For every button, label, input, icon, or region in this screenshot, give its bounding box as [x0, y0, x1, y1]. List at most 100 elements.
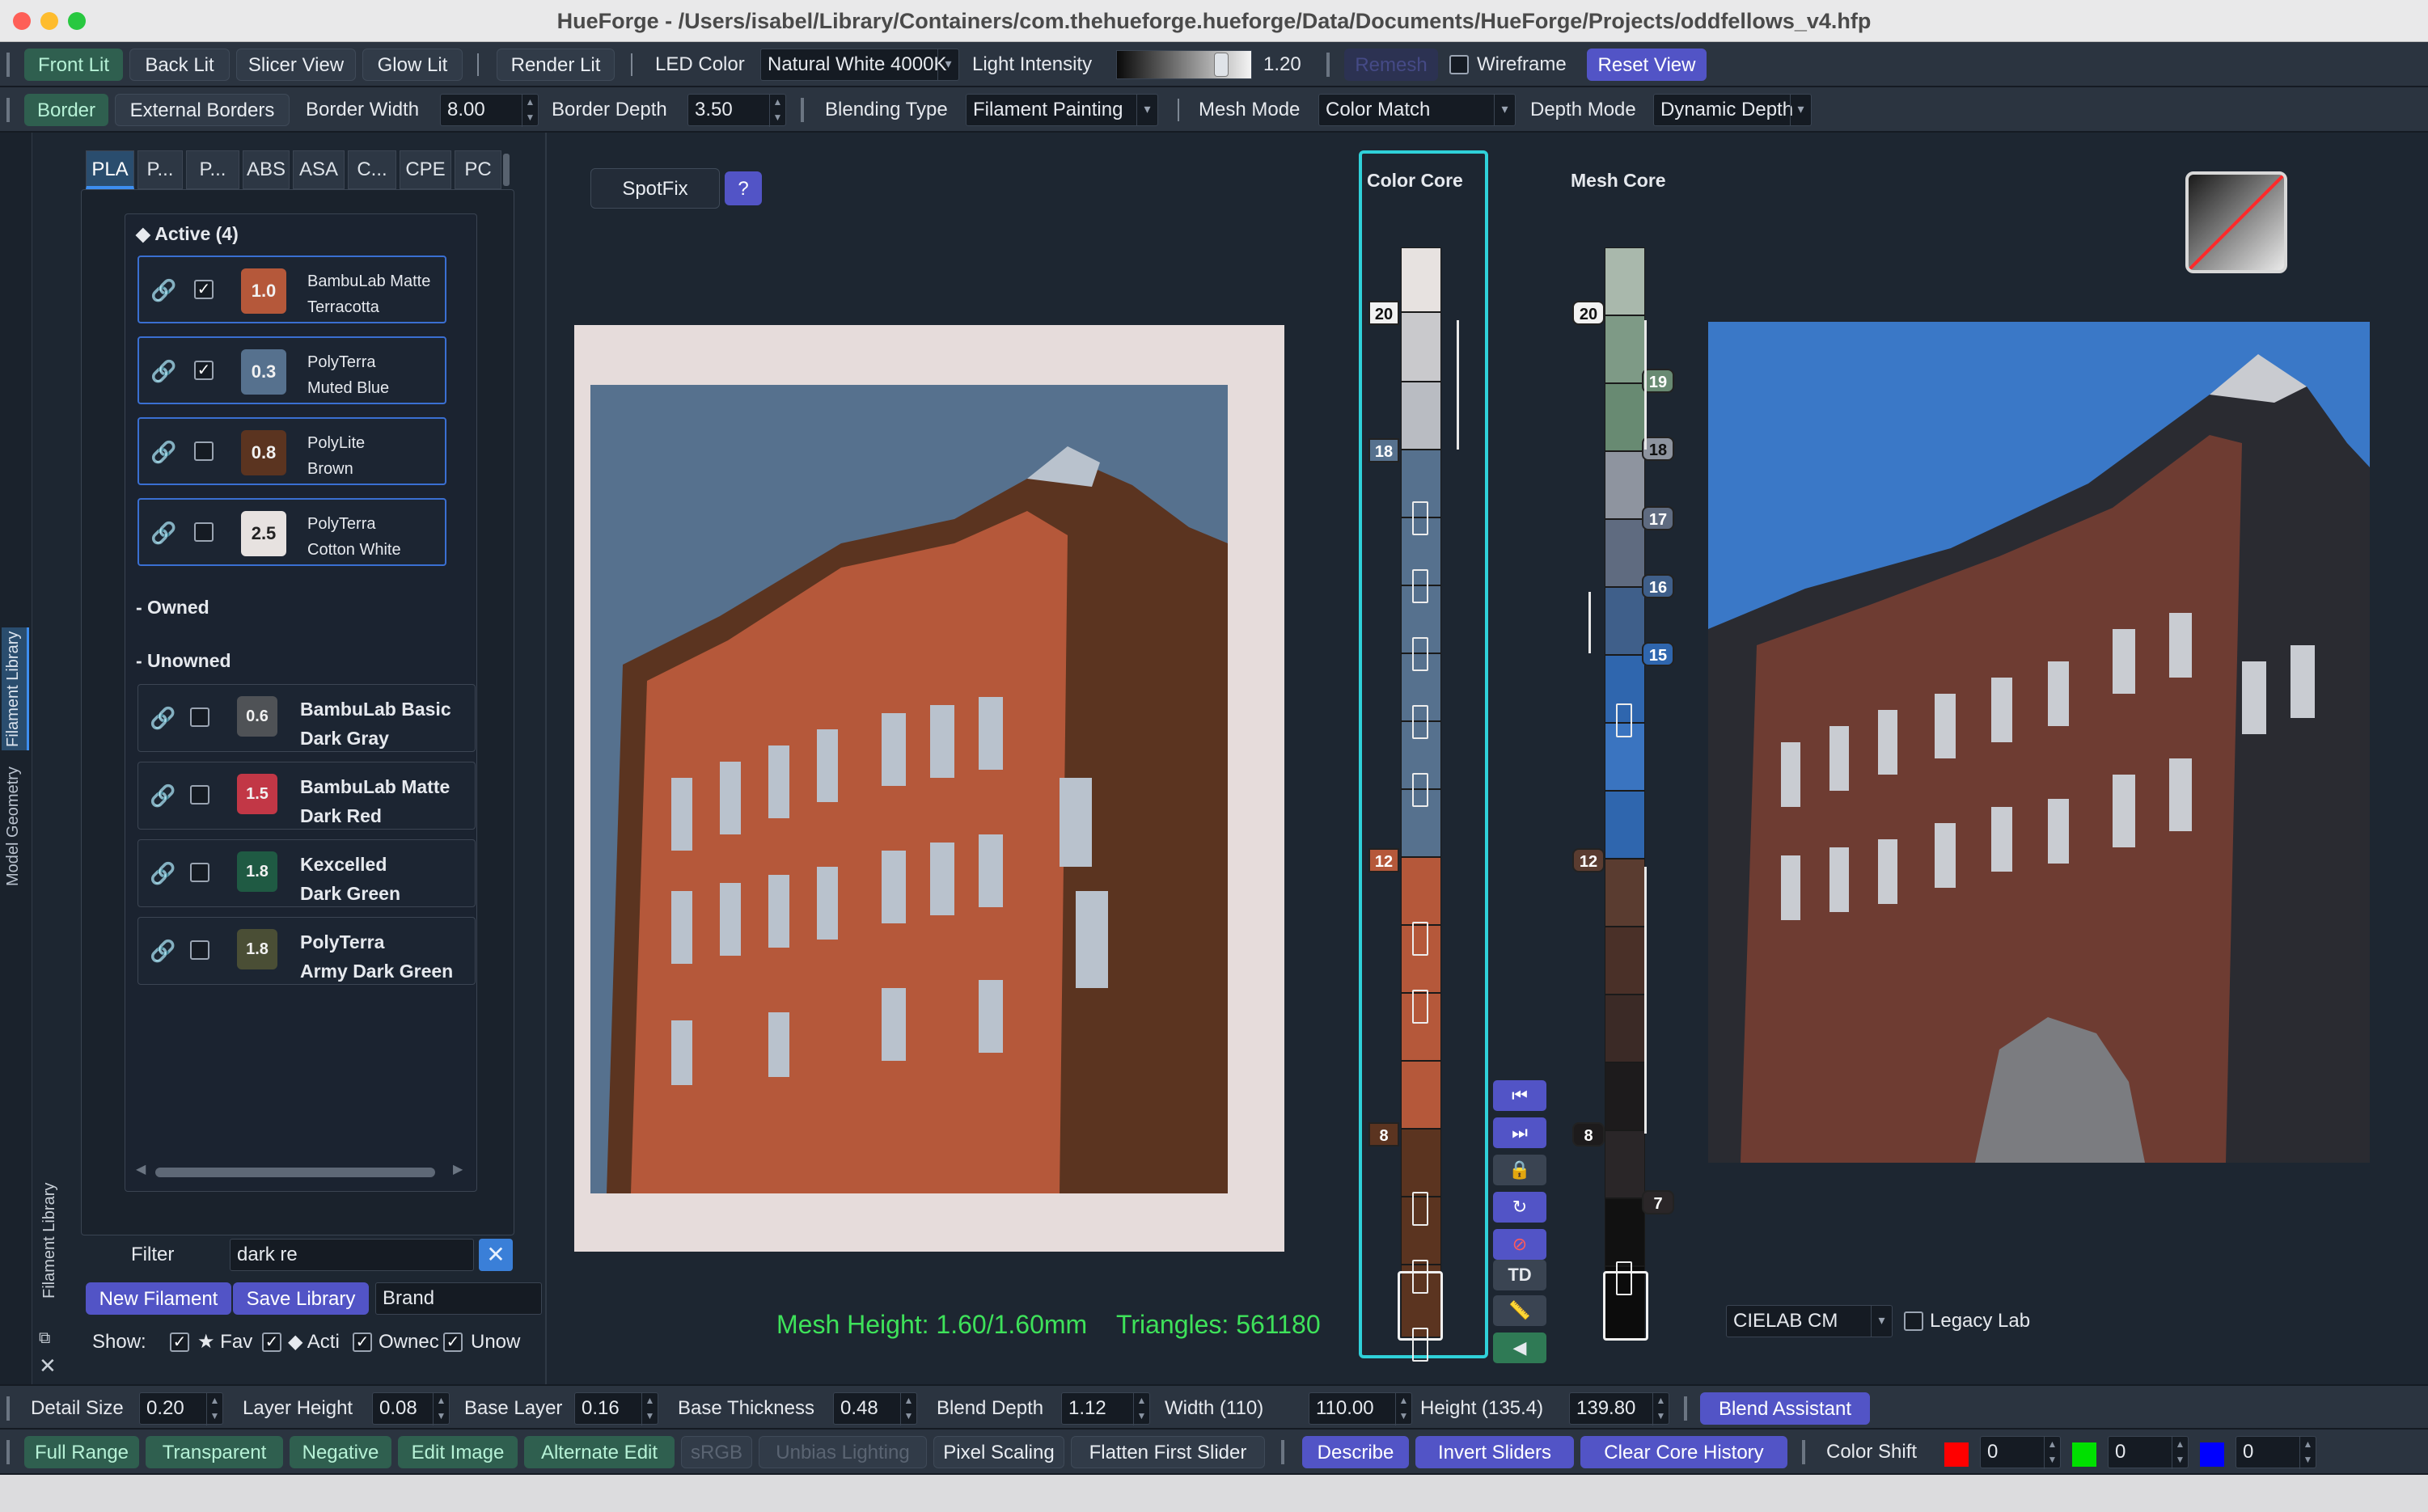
- save-library-button[interactable]: Save Library: [233, 1282, 369, 1315]
- mesh-core-marker[interactable]: 18: [1642, 437, 1674, 461]
- active-filament-card[interactable]: 🔗 2.5 PolyTerra Cotton White: [137, 498, 446, 566]
- toolbar-grip[interactable]: [801, 98, 804, 122]
- base-layer-input[interactable]: 0.16 ▲ ▼: [574, 1392, 658, 1425]
- red-shift-input[interactable]: 0 ▲ ▼: [1980, 1436, 2061, 1469]
- link-icon[interactable]: 🔗: [150, 521, 176, 546]
- source-image-preview[interactable]: [574, 325, 1284, 1252]
- mesh-core-layer[interactable]: [1605, 1130, 1645, 1198]
- measure-button[interactable]: 📏: [1493, 1295, 1546, 1326]
- color-core-layer[interactable]: [1401, 312, 1441, 382]
- full-range-button[interactable]: Full Range: [24, 1436, 139, 1468]
- unowned-filament-card[interactable]: 🔗 1.5 BambuLab Matte Dark Red: [137, 762, 476, 830]
- mesh-core-layer[interactable]: [1605, 587, 1645, 655]
- alternate-edit-button[interactable]: Alternate Edit: [524, 1436, 675, 1468]
- edit-image-button[interactable]: Edit Image: [398, 1436, 518, 1468]
- mesh-core-layer[interactable]: [1605, 1198, 1645, 1266]
- toolbar-grip[interactable]: [1281, 1440, 1284, 1464]
- base-thickness-input[interactable]: 0.48 ▲ ▼: [833, 1392, 917, 1425]
- flatten-first-slider-button[interactable]: Flatten First Slider: [1071, 1436, 1265, 1468]
- slicer-view-button[interactable]: Slicer View: [236, 49, 356, 81]
- light-preview-swatch[interactable]: [2185, 171, 2287, 273]
- green-shift-input[interactable]: 0 ▲ ▼: [2108, 1436, 2189, 1469]
- toolbar-grip[interactable]: [6, 98, 10, 122]
- blend-assistant-button[interactable]: Blend Assistant: [1700, 1392, 1870, 1425]
- slider-thumb-icon[interactable]: [1412, 773, 1428, 807]
- render-lit-button[interactable]: Render Lit: [497, 49, 615, 81]
- border-width-input[interactable]: 8.00 ▲ ▼: [440, 94, 539, 127]
- invert-sliders-button[interactable]: Invert Sliders: [1415, 1436, 1574, 1468]
- link-icon[interactable]: 🔗: [150, 861, 176, 886]
- help-button[interactable]: ?: [725, 171, 762, 205]
- blue-shift-input[interactable]: 0 ▲ ▼: [2236, 1436, 2316, 1469]
- stepper-arrows-icon[interactable]: ▲ ▼: [2299, 1437, 2316, 1469]
- mesh-core-selection-handle[interactable]: [1603, 1271, 1648, 1341]
- color-core-selection-handle[interactable]: [1398, 1271, 1443, 1341]
- undo-button[interactable]: ↻: [1493, 1192, 1546, 1223]
- border-button[interactable]: Border: [24, 94, 108, 126]
- transparent-button[interactable]: Transparent: [146, 1436, 283, 1468]
- mesh-core-marker[interactable]: 19: [1642, 369, 1674, 393]
- color-core-layer[interactable]: [1401, 1129, 1441, 1197]
- stepper-arrows-icon[interactable]: ▲ ▼: [641, 1393, 658, 1425]
- light-intensity-slider[interactable]: [1116, 50, 1252, 79]
- slider-handle[interactable]: [1214, 53, 1229, 77]
- mesh-core-layer[interactable]: [1605, 519, 1645, 587]
- stepper-arrows-icon[interactable]: ▲ ▼: [206, 1393, 222, 1425]
- close-dock-icon[interactable]: ✕: [39, 1354, 57, 1379]
- active-header[interactable]: ◆ Active (4): [136, 220, 239, 247]
- stepper-arrows-icon[interactable]: ▲ ▼: [433, 1393, 449, 1425]
- unowned-filament-card[interactable]: 🔗 1.8 PolyTerra Army Dark Green: [137, 917, 476, 985]
- library-tab[interactable]: CPE: [400, 150, 451, 189]
- wireframe-checkbox[interactable]: [1449, 55, 1469, 74]
- reset-view-button[interactable]: Reset View: [1587, 49, 1707, 81]
- color-core-marker-18[interactable]: 18: [1368, 438, 1399, 462]
- library-tab[interactable]: C...: [348, 150, 396, 189]
- mesh-core-layer[interactable]: [1605, 791, 1645, 859]
- color-core-layer[interactable]: [1401, 1061, 1441, 1129]
- lock-button[interactable]: 🔒: [1493, 1155, 1546, 1185]
- filament-library-side-tab[interactable]: Filament Library: [2, 627, 29, 750]
- describe-button[interactable]: Describe: [1302, 1436, 1409, 1468]
- slider-thumb-icon[interactable]: [1412, 705, 1428, 739]
- toolbar-grip[interactable]: [1684, 1396, 1687, 1421]
- brand-input[interactable]: Brand: [375, 1282, 542, 1315]
- toolbar-grip[interactable]: [6, 1440, 10, 1464]
- srgb-button[interactable]: sRGB: [681, 1436, 752, 1468]
- show-active-checkbox[interactable]: ✓: [262, 1333, 281, 1352]
- new-filament-button[interactable]: New Filament: [86, 1282, 231, 1315]
- stepper-arrows-icon[interactable]: ▲ ▼: [522, 95, 538, 127]
- toolbar-grip[interactable]: [1326, 53, 1330, 77]
- filament-checkbox[interactable]: [190, 940, 209, 960]
- filament-checkbox[interactable]: [190, 785, 209, 805]
- depth-mode-select[interactable]: Dynamic Depth ▾: [1653, 94, 1812, 126]
- legacy-lab-checkbox[interactable]: [1904, 1311, 1923, 1331]
- unowned-filament-card[interactable]: 🔗 1.8 Kexcelled Dark Green: [137, 839, 476, 907]
- filament-checkbox[interactable]: [194, 522, 214, 542]
- owned-header[interactable]: - Owned: [136, 593, 209, 621]
- mesh-core-marker[interactable]: 7: [1642, 1190, 1674, 1214]
- stepper-arrows-icon[interactable]: ▲ ▼: [2044, 1437, 2060, 1469]
- scroll-left-icon[interactable]: ◀: [136, 1161, 146, 1177]
- link-icon[interactable]: 🔗: [150, 278, 176, 303]
- mesh-core-layer[interactable]: [1605, 247, 1645, 315]
- scroll-right-icon[interactable]: ▶: [453, 1161, 463, 1177]
- link-icon[interactable]: 🔗: [150, 359, 176, 384]
- stepper-arrows-icon[interactable]: ▲ ▼: [2172, 1437, 2188, 1469]
- color-core-marker-12[interactable]: 12: [1368, 848, 1399, 872]
- library-tab[interactable]: PLA: [86, 150, 134, 189]
- spotfix-button[interactable]: SpotFix: [590, 168, 720, 209]
- model-geometry-side-tab[interactable]: Model Geometry: [2, 755, 29, 889]
- color-core-layer[interactable]: [1401, 382, 1441, 450]
- filter-input[interactable]: dark re: [230, 1239, 474, 1271]
- filament-checkbox[interactable]: [190, 863, 209, 882]
- unowned-header[interactable]: - Unowned: [136, 647, 231, 674]
- width-input[interactable]: 110.00 ▲ ▼: [1309, 1392, 1412, 1425]
- toolbar-grip[interactable]: [6, 53, 10, 77]
- show-fav-checkbox[interactable]: ✓: [170, 1333, 189, 1352]
- color-core-layer[interactable]: [1401, 247, 1441, 312]
- slider-thumb-icon[interactable]: [1412, 990, 1428, 1024]
- undock-icon[interactable]: ⧉: [39, 1329, 50, 1348]
- negative-button[interactable]: Negative: [290, 1436, 391, 1468]
- stepper-arrows-icon[interactable]: ▲ ▼: [1395, 1393, 1411, 1425]
- layer-height-input[interactable]: 0.08 ▲ ▼: [372, 1392, 450, 1425]
